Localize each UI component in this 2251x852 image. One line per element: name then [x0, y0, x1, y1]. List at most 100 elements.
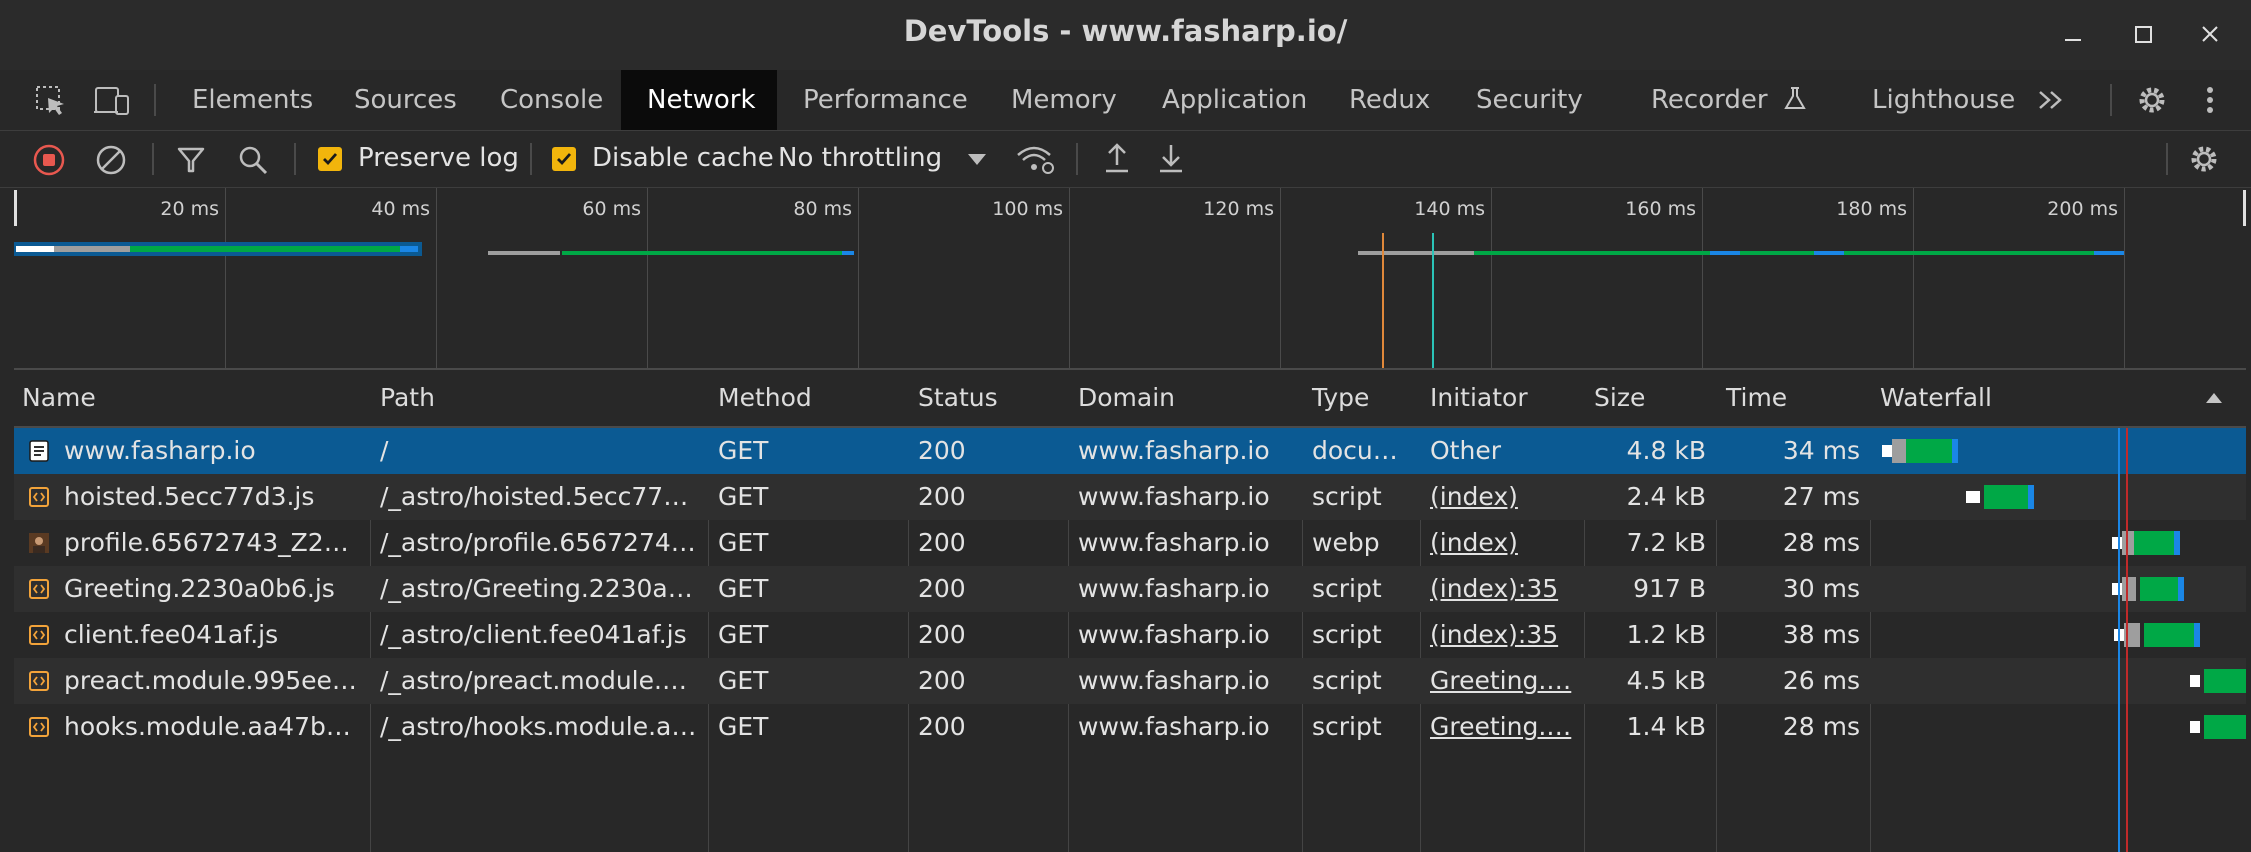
minimize-icon[interactable]: [2053, 14, 2093, 54]
cell-name[interactable]: client.fee041af.js: [64, 612, 364, 658]
overview-left-handle[interactable]: [14, 190, 17, 226]
tab-network[interactable]: Network: [621, 70, 777, 130]
cell-path: /_astro/hooks.module.a…: [380, 712, 697, 741]
network-settings-gear-icon[interactable]: [2186, 141, 2222, 177]
disable-cache-checkbox[interactable]: [552, 147, 576, 171]
cell-name[interactable]: Greeting.2230a0b6.js: [64, 566, 364, 612]
column-header-status[interactable]: Status: [910, 370, 998, 426]
table-row[interactable]: www.fasharp.io / GET 200 www.fasharp.io docu……: [14, 428, 2246, 474]
cell-initiator[interactable]: (index):35: [1430, 612, 1578, 658]
cell-initiator[interactable]: (index): [1430, 474, 1578, 520]
close-icon[interactable]: [2190, 14, 2230, 54]
tab-redux[interactable]: Redux: [1323, 70, 1456, 130]
column-header-waterfall[interactable]: Waterfall: [1872, 370, 1992, 426]
waterfall-load-marker: [2126, 428, 2128, 852]
preserve-log-checkbox[interactable]: [318, 147, 342, 171]
cell-name[interactable]: hoisted.5ecc77d3.js: [64, 474, 364, 520]
sort-ascending-icon[interactable]: [2204, 390, 2224, 406]
tab-security[interactable]: Security: [1450, 70, 1609, 130]
maximize-icon[interactable]: [2123, 14, 2163, 54]
tab-sources[interactable]: Sources: [328, 70, 483, 130]
waterfall-bar-segment: [1892, 439, 1906, 463]
overview-bar-segment: [1814, 251, 1844, 255]
import-har-upload-icon[interactable]: [1100, 141, 1134, 177]
script-icon: [29, 625, 49, 645]
column-header-time[interactable]: Time: [1718, 370, 1787, 426]
tab-memory[interactable]: Memory: [985, 70, 1143, 130]
table-header: Name Path Method Status Domain Type Init…: [14, 370, 2246, 428]
stop-recording-icon[interactable]: [32, 143, 66, 177]
disable-cache-label[interactable]: Disable cache: [592, 143, 774, 173]
table-row[interactable]: preact.module.995ee… /_astro/preact.modul…: [14, 658, 2246, 704]
tick-gridline: [436, 188, 437, 368]
tab-console[interactable]: Console: [474, 70, 629, 130]
cell-status: 200: [918, 712, 966, 741]
table-row[interactable]: hooks.module.aa47bc… /_astro/hooks.module…: [14, 704, 2246, 750]
network-overview[interactable]: 20 ms 40 ms 60 ms 80 ms 100 ms 120 ms 14…: [14, 188, 2246, 370]
export-har-download-icon[interactable]: [1154, 141, 1188, 177]
cell-initiator[interactable]: Greeting.…: [1430, 658, 1578, 704]
device-toolbar-icon[interactable]: [92, 84, 132, 118]
cell-name[interactable]: hooks.module.aa47bc…: [64, 704, 364, 750]
cell-status: 200: [918, 436, 966, 465]
cell-name[interactable]: preact.module.995ee…: [64, 658, 364, 704]
cell-size: 1.2 kB: [1626, 620, 1706, 649]
overview-bar-segment: [2094, 251, 2124, 255]
overview-bar-segment: [1844, 251, 2104, 255]
inspect-element-icon[interactable]: [34, 84, 68, 118]
cell-method: GET: [718, 436, 769, 465]
column-header-name[interactable]: Name: [14, 370, 96, 426]
divider: [2166, 143, 2168, 175]
waterfall-bar-segment: [2178, 577, 2184, 601]
more-tabs-chevron-icon[interactable]: [2036, 86, 2068, 114]
column-header-type[interactable]: Type: [1304, 370, 1369, 426]
tick-label: 80 ms: [793, 198, 852, 220]
cell-name[interactable]: www.fasharp.io: [64, 428, 364, 474]
tab-lighthouse[interactable]: Lighthouse: [1846, 70, 2041, 130]
cell-initiator[interactable]: (index):35: [1430, 566, 1578, 612]
tab-application[interactable]: Application: [1136, 70, 1333, 130]
column-header-method[interactable]: Method: [710, 370, 812, 426]
table-row[interactable]: profile.65672743_Z2d… /_astro/profile.656…: [14, 520, 2246, 566]
overview-bar-segment: [1358, 251, 1488, 255]
more-options-kebab-icon[interactable]: [2200, 82, 2220, 118]
document-icon: [29, 440, 49, 462]
tab-elements[interactable]: Elements: [166, 70, 339, 130]
column-header-path[interactable]: Path: [372, 370, 435, 426]
table-row[interactable]: hoisted.5ecc77d3.js /_astro/hoisted.5ecc7…: [14, 474, 2246, 520]
overview-right-handle[interactable]: [2243, 190, 2246, 226]
column-header-initiator[interactable]: Initiator: [1422, 370, 1528, 426]
image-icon: [29, 533, 49, 553]
cell-name[interactable]: profile.65672743_Z2d…: [64, 520, 364, 566]
table-row[interactable]: Greeting.2230a0b6.js /_astro/Greeting.223…: [14, 566, 2246, 612]
waterfall-bar-segment: [2190, 721, 2200, 733]
cell-initiator[interactable]: (index): [1430, 520, 1578, 566]
clear-icon[interactable]: [94, 143, 128, 177]
throttling-select[interactable]: No throttling: [778, 143, 942, 173]
divider: [2110, 84, 2112, 116]
tab-recorder[interactable]: Recorder: [1625, 70, 1834, 130]
load-event-marker: [1432, 233, 1434, 368]
cell-type: script: [1312, 574, 1382, 603]
waterfall-bar-segment: [1952, 439, 1958, 463]
filter-icon[interactable]: [174, 143, 208, 177]
settings-gear-icon[interactable]: [2134, 82, 2170, 118]
column-header-size[interactable]: Size: [1586, 370, 1645, 426]
overview-bar-segment: [16, 246, 54, 252]
preserve-log-label[interactable]: Preserve log: [358, 143, 519, 173]
overview-bar-segment: [54, 246, 130, 252]
waterfall-bar-segment: [2134, 531, 2174, 555]
overview-bar-segment: [1710, 251, 1740, 255]
cell-initiator[interactable]: Greeting.…: [1430, 704, 1578, 750]
column-header-domain[interactable]: Domain: [1070, 370, 1175, 426]
cell-time: 30 ms: [1782, 574, 1860, 603]
search-icon[interactable]: [236, 143, 270, 177]
cell-type: script: [1312, 482, 1382, 511]
tick-gridline: [225, 188, 226, 368]
network-conditions-icon[interactable]: [1014, 141, 1056, 177]
waterfall-bar-segment: [2122, 531, 2134, 555]
cell-method: GET: [718, 712, 769, 741]
table-row[interactable]: client.fee041af.js /_astro/client.fee041a…: [14, 612, 2246, 658]
tab-performance[interactable]: Performance: [777, 70, 994, 130]
dropdown-arrow-icon[interactable]: [966, 151, 988, 167]
